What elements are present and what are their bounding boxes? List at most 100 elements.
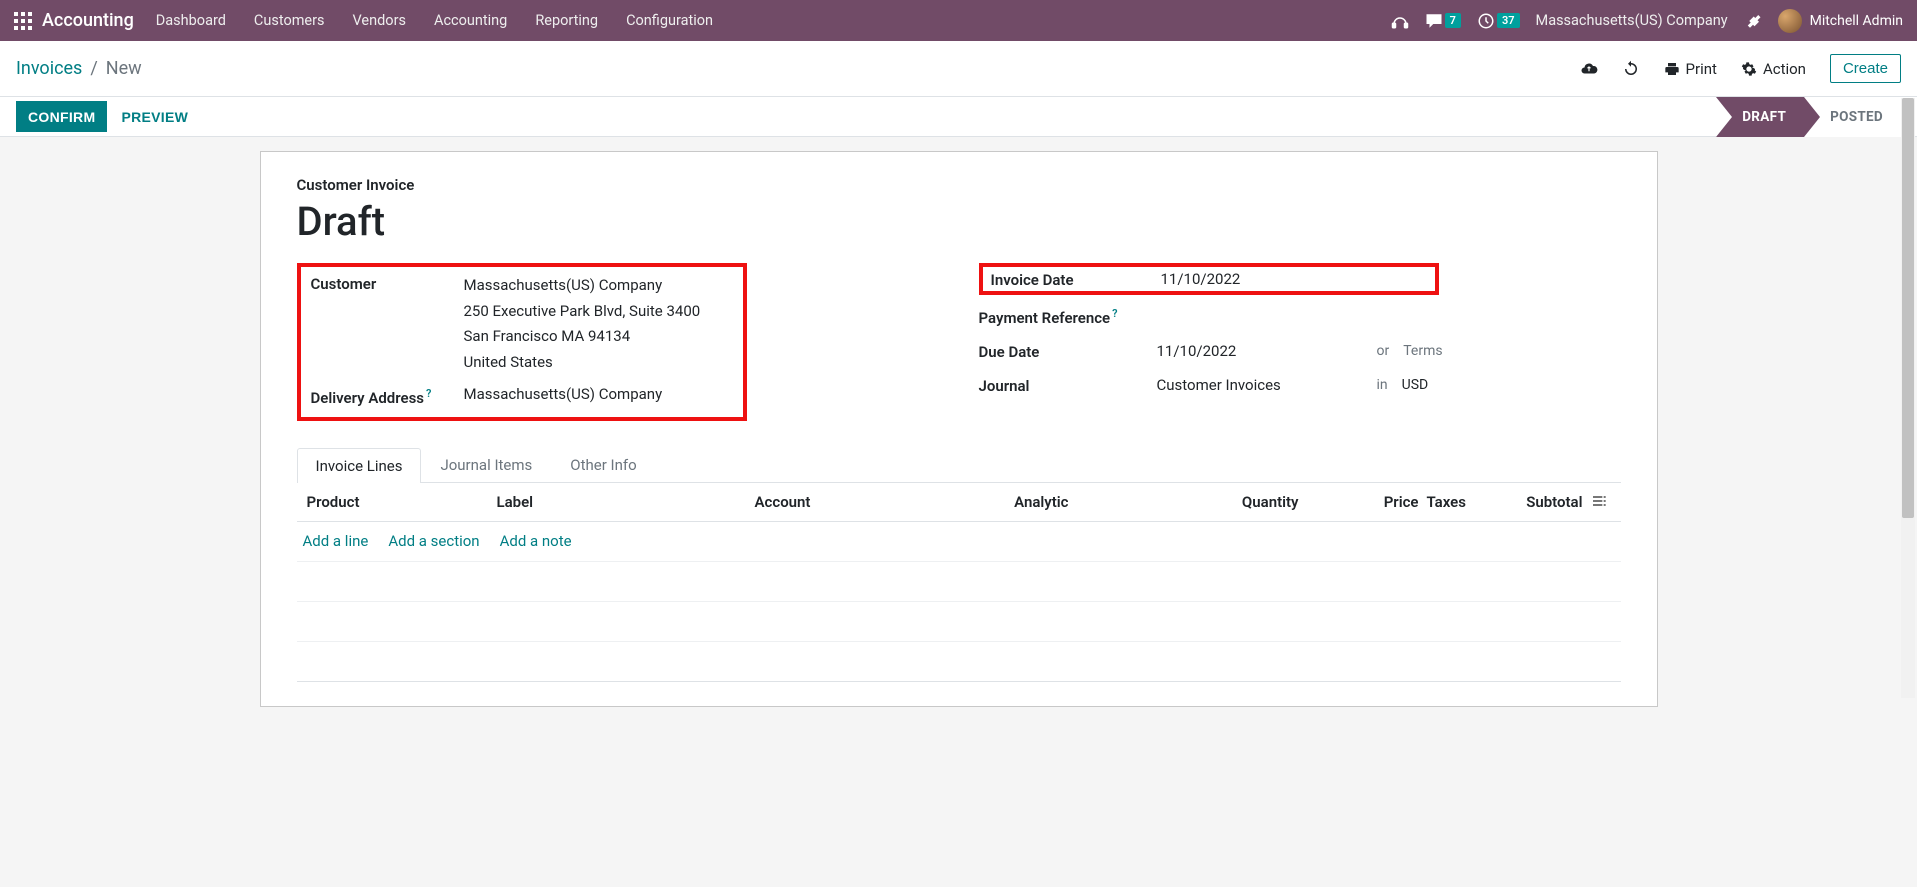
nav-customers[interactable]: Customers — [254, 12, 325, 29]
invoice-date-field: Invoice Date 11/10/2022 — [991, 269, 1427, 289]
col-product[interactable]: Product — [303, 493, 493, 511]
status-draft[interactable]: DRAFT — [1716, 97, 1804, 137]
highlight-invoice-date-box: Invoice Date 11/10/2022 — [979, 263, 1439, 295]
customer-label: Customer — [311, 273, 464, 293]
payment-ref-label: Payment Reference? — [979, 305, 1157, 327]
customer-field: Customer Massachusetts(US) Company 250 E… — [311, 273, 733, 375]
customer-addr2: San Francisco MA 94134 — [464, 324, 701, 350]
nav-dashboard[interactable]: Dashboard — [156, 12, 226, 29]
form-sheet: Customer Invoice Draft Customer Massachu… — [260, 151, 1658, 707]
grid-empty-row[interactable] — [297, 562, 1621, 602]
user-name: Mitchell Admin — [1810, 13, 1903, 29]
tab-other-info[interactable]: Other Info — [551, 447, 655, 482]
action-label: Action — [1763, 60, 1806, 78]
customer-value[interactable]: Massachusetts(US) Company 250 Executive … — [464, 273, 701, 375]
activities-icon[interactable]: 37 — [1477, 12, 1520, 30]
breadcrumb-current: New — [106, 58, 142, 79]
action-bar: CONFIRM PREVIEW DRAFT POSTED — [0, 97, 1917, 137]
highlight-customer-box: Customer Massachusetts(US) Company 250 E… — [297, 263, 747, 421]
nav-configuration[interactable]: Configuration — [626, 12, 713, 29]
help-icon[interactable]: ? — [426, 387, 431, 400]
tab-journal-items[interactable]: Journal Items — [421, 447, 551, 482]
company-switcher[interactable]: Massachusetts(US) Company — [1536, 12, 1728, 29]
confirm-button[interactable]: CONFIRM — [16, 101, 107, 132]
breadcrumb-root[interactable]: Invoices — [16, 58, 82, 79]
due-date-label: Due Date — [979, 341, 1157, 361]
apps-icon[interactable] — [14, 12, 32, 30]
due-date-field: Due Date 11/10/2022 or Terms — [979, 341, 1621, 361]
support-icon[interactable] — [1391, 12, 1409, 30]
col-taxes[interactable]: Taxes — [1423, 493, 1513, 511]
payment-ref-label-text: Payment Reference — [979, 309, 1111, 327]
cloud-upload-icon[interactable] — [1580, 60, 1598, 78]
add-section-link[interactable]: Add a section — [388, 532, 479, 551]
help-icon[interactable]: ? — [1112, 307, 1117, 320]
debug-icon[interactable] — [1744, 12, 1762, 30]
action-button[interactable]: Action — [1741, 60, 1806, 78]
discard-icon[interactable] — [1622, 60, 1640, 78]
navbar-right: 7 37 Massachusetts(US) Company Mitchell … — [1391, 9, 1903, 33]
lines-grid: Product Label Account Analytic Quantity … — [297, 483, 1621, 682]
due-date-or: or — [1377, 343, 1390, 359]
nav-reporting[interactable]: Reporting — [535, 12, 598, 29]
tab-invoice-lines[interactable]: Invoice Lines — [297, 448, 422, 483]
print-button[interactable]: Print — [1664, 60, 1717, 78]
invoice-date-value[interactable]: 11/10/2022 — [1161, 270, 1381, 288]
journal-label: Journal — [979, 375, 1157, 395]
col-subtotal[interactable]: Subtotal — [1513, 493, 1587, 511]
customer-name: Massachusetts(US) Company — [464, 273, 701, 299]
delivery-field: Delivery Address? Massachusetts(US) Comp… — [311, 385, 733, 407]
grid-empty-row[interactable] — [297, 602, 1621, 642]
add-note-link[interactable]: Add a note — [500, 532, 572, 551]
create-button[interactable]: Create — [1830, 54, 1901, 83]
col-label[interactable]: Label — [493, 493, 683, 511]
terms-placeholder[interactable]: Terms — [1403, 343, 1442, 359]
invoice-date-label: Invoice Date — [991, 269, 1161, 289]
avatar — [1778, 9, 1802, 33]
form-left-col: Customer Massachusetts(US) Company 250 E… — [297, 263, 939, 421]
due-date-value[interactable]: 11/10/2022 — [1157, 342, 1377, 360]
messages-badge: 7 — [1445, 13, 1461, 28]
preview-button[interactable]: PREVIEW — [107, 101, 202, 132]
customer-addr1: 250 Executive Park Blvd, Suite 3400 — [464, 299, 701, 325]
col-price[interactable]: Price — [1303, 493, 1423, 511]
journal-field: Journal Customer Invoices in USD — [979, 375, 1621, 395]
scrollbar[interactable] — [1901, 98, 1915, 698]
form-title: Draft — [297, 198, 1621, 245]
form-columns: Customer Massachusetts(US) Company 250 E… — [297, 263, 1621, 421]
grid-add-row: Add a line Add a section Add a note — [297, 522, 1621, 562]
add-line-link[interactable]: Add a line — [303, 532, 369, 551]
col-options-icon[interactable] — [1587, 493, 1615, 511]
journal-currency[interactable]: USD — [1402, 377, 1429, 393]
status-bar: DRAFT POSTED — [1716, 97, 1901, 136]
app-brand[interactable]: Accounting — [42, 10, 134, 31]
delivery-label: Delivery Address? — [311, 385, 464, 407]
payment-ref-field: Payment Reference? — [979, 305, 1621, 327]
user-menu[interactable]: Mitchell Admin — [1778, 9, 1903, 33]
col-analytic[interactable]: Analytic — [883, 493, 1073, 511]
form-subtitle: Customer Invoice — [297, 176, 1621, 194]
grid-empty-row[interactable] — [297, 642, 1621, 682]
messages-icon[interactable]: 7 — [1425, 12, 1461, 30]
tabs: Invoice Lines Journal Items Other Info — [297, 447, 1621, 483]
nav-menu: Dashboard Customers Vendors Accounting R… — [156, 12, 713, 29]
col-quantity[interactable]: Quantity — [1073, 493, 1303, 511]
form-right-col: Invoice Date 11/10/2022 Payment Referenc… — [979, 263, 1621, 421]
control-bar: Invoices / New Print Action Create — [0, 41, 1917, 97]
nav-vendors[interactable]: Vendors — [353, 12, 406, 29]
main-area: Customer Invoice Draft Customer Massachu… — [0, 137, 1917, 721]
nav-accounting[interactable]: Accounting — [434, 12, 507, 29]
scrollbar-thumb[interactable] — [1902, 98, 1914, 518]
control-bar-right: Print Action Create — [1580, 54, 1901, 83]
top-navbar: Accounting Dashboard Customers Vendors A… — [0, 0, 1917, 41]
breadcrumb-sep: / — [90, 58, 97, 79]
delivery-value[interactable]: Massachusetts(US) Company — [464, 385, 663, 403]
print-label: Print — [1686, 60, 1717, 78]
col-account[interactable]: Account — [683, 493, 883, 511]
journal-value[interactable]: Customer Invoices — [1157, 376, 1377, 394]
customer-addr3: United States — [464, 350, 701, 376]
breadcrumb: Invoices / New — [16, 58, 142, 79]
journal-in: in — [1377, 377, 1388, 393]
navbar-left: Accounting Dashboard Customers Vendors A… — [14, 10, 713, 31]
activities-badge: 37 — [1497, 13, 1520, 28]
